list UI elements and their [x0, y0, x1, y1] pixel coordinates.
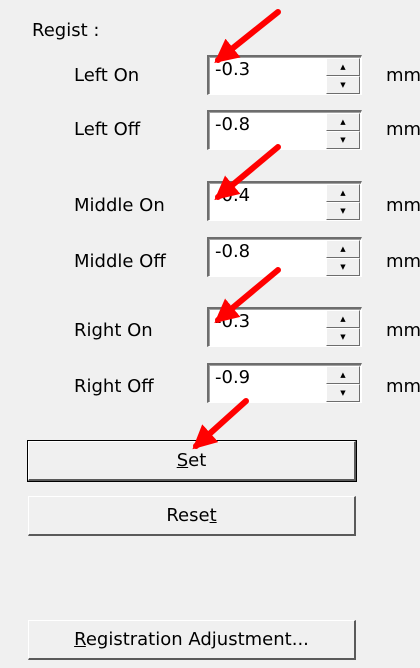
middle-off-label: Middle Off	[74, 251, 166, 272]
right-off-spin-buttons: ▲ ▼	[326, 366, 360, 402]
right-on-input[interactable]: -0.3	[215, 311, 250, 333]
spin-down-icon[interactable]: ▼	[326, 328, 360, 346]
regist-group-label: Regist :	[32, 20, 100, 41]
middle-off-unit: mm	[386, 251, 420, 272]
spin-down-icon[interactable]: ▼	[326, 131, 360, 149]
spin-down-icon[interactable]: ▼	[326, 76, 360, 94]
middle-on-label: Middle On	[74, 195, 165, 216]
red-arrow-icon	[214, 9, 281, 63]
registration-adjustment-button-label: Registration Adjustment...	[74, 629, 309, 650]
right-on-unit: mm	[386, 320, 420, 341]
reset-button-label-pre: Rese	[166, 505, 210, 526]
spin-up-icon[interactable]: ▲	[326, 240, 360, 258]
right-off-label: Right Off	[74, 376, 154, 397]
red-arrow-icon	[192, 398, 249, 450]
right-on-spinbox[interactable]: -0.3 ▲ ▼	[207, 307, 362, 347]
set-button-label-post: et	[188, 450, 207, 471]
middle-on-spinbox[interactable]: -0.4 ▲ ▼	[207, 181, 362, 221]
left-off-label: Left Off	[74, 119, 141, 140]
reset-button[interactable]: Reset	[28, 496, 356, 536]
registration-adjustment-button-mnemonic: R	[74, 629, 86, 650]
middle-off-spin-buttons: ▲ ▼	[326, 240, 360, 276]
spin-down-icon[interactable]: ▼	[326, 258, 360, 276]
reset-button-mnemonic: t	[209, 505, 217, 526]
reset-button-label: Reset	[166, 505, 216, 526]
set-button[interactable]: Set	[27, 440, 357, 482]
left-off-spin-buttons: ▲ ▼	[326, 113, 360, 149]
spin-down-icon[interactable]: ▼	[326, 202, 360, 220]
right-off-input[interactable]: -0.9	[215, 367, 250, 389]
middle-on-input[interactable]: -0.4	[215, 185, 250, 207]
middle-on-spin-buttons: ▲ ▼	[326, 184, 360, 220]
left-off-unit: mm	[386, 119, 420, 140]
spin-up-icon[interactable]: ▲	[326, 366, 360, 384]
spin-up-icon[interactable]: ▲	[326, 310, 360, 328]
registration-adjustment-button[interactable]: Registration Adjustment...	[28, 620, 356, 660]
spin-down-icon[interactable]: ▼	[326, 384, 360, 402]
left-on-input[interactable]: -0.3	[215, 59, 250, 81]
left-off-input[interactable]: -0.8	[215, 114, 250, 136]
left-on-unit: mm	[386, 65, 420, 86]
right-off-unit: mm	[386, 376, 420, 397]
set-button-mnemonic: S	[176, 450, 189, 471]
middle-off-spinbox[interactable]: -0.8 ▲ ▼	[207, 237, 362, 277]
spin-up-icon[interactable]: ▲	[326, 58, 360, 76]
left-on-spin-buttons: ▲ ▼	[326, 58, 360, 94]
right-off-spinbox[interactable]: -0.9 ▲ ▼	[207, 363, 362, 403]
left-on-label: Left On	[74, 65, 140, 86]
spin-up-icon[interactable]: ▲	[326, 113, 360, 131]
registration-adjustment-button-label-post: egistration Adjustment...	[85, 629, 309, 650]
right-on-spin-buttons: ▲ ▼	[326, 310, 360, 346]
spin-up-icon[interactable]: ▲	[326, 184, 360, 202]
left-on-spinbox[interactable]: -0.3 ▲ ▼	[207, 55, 362, 95]
middle-on-unit: mm	[386, 195, 420, 216]
right-on-label: Right On	[74, 320, 153, 341]
left-off-spinbox[interactable]: -0.8 ▲ ▼	[207, 110, 362, 150]
middle-off-input[interactable]: -0.8	[215, 241, 250, 263]
set-button-label: Set	[177, 450, 207, 471]
